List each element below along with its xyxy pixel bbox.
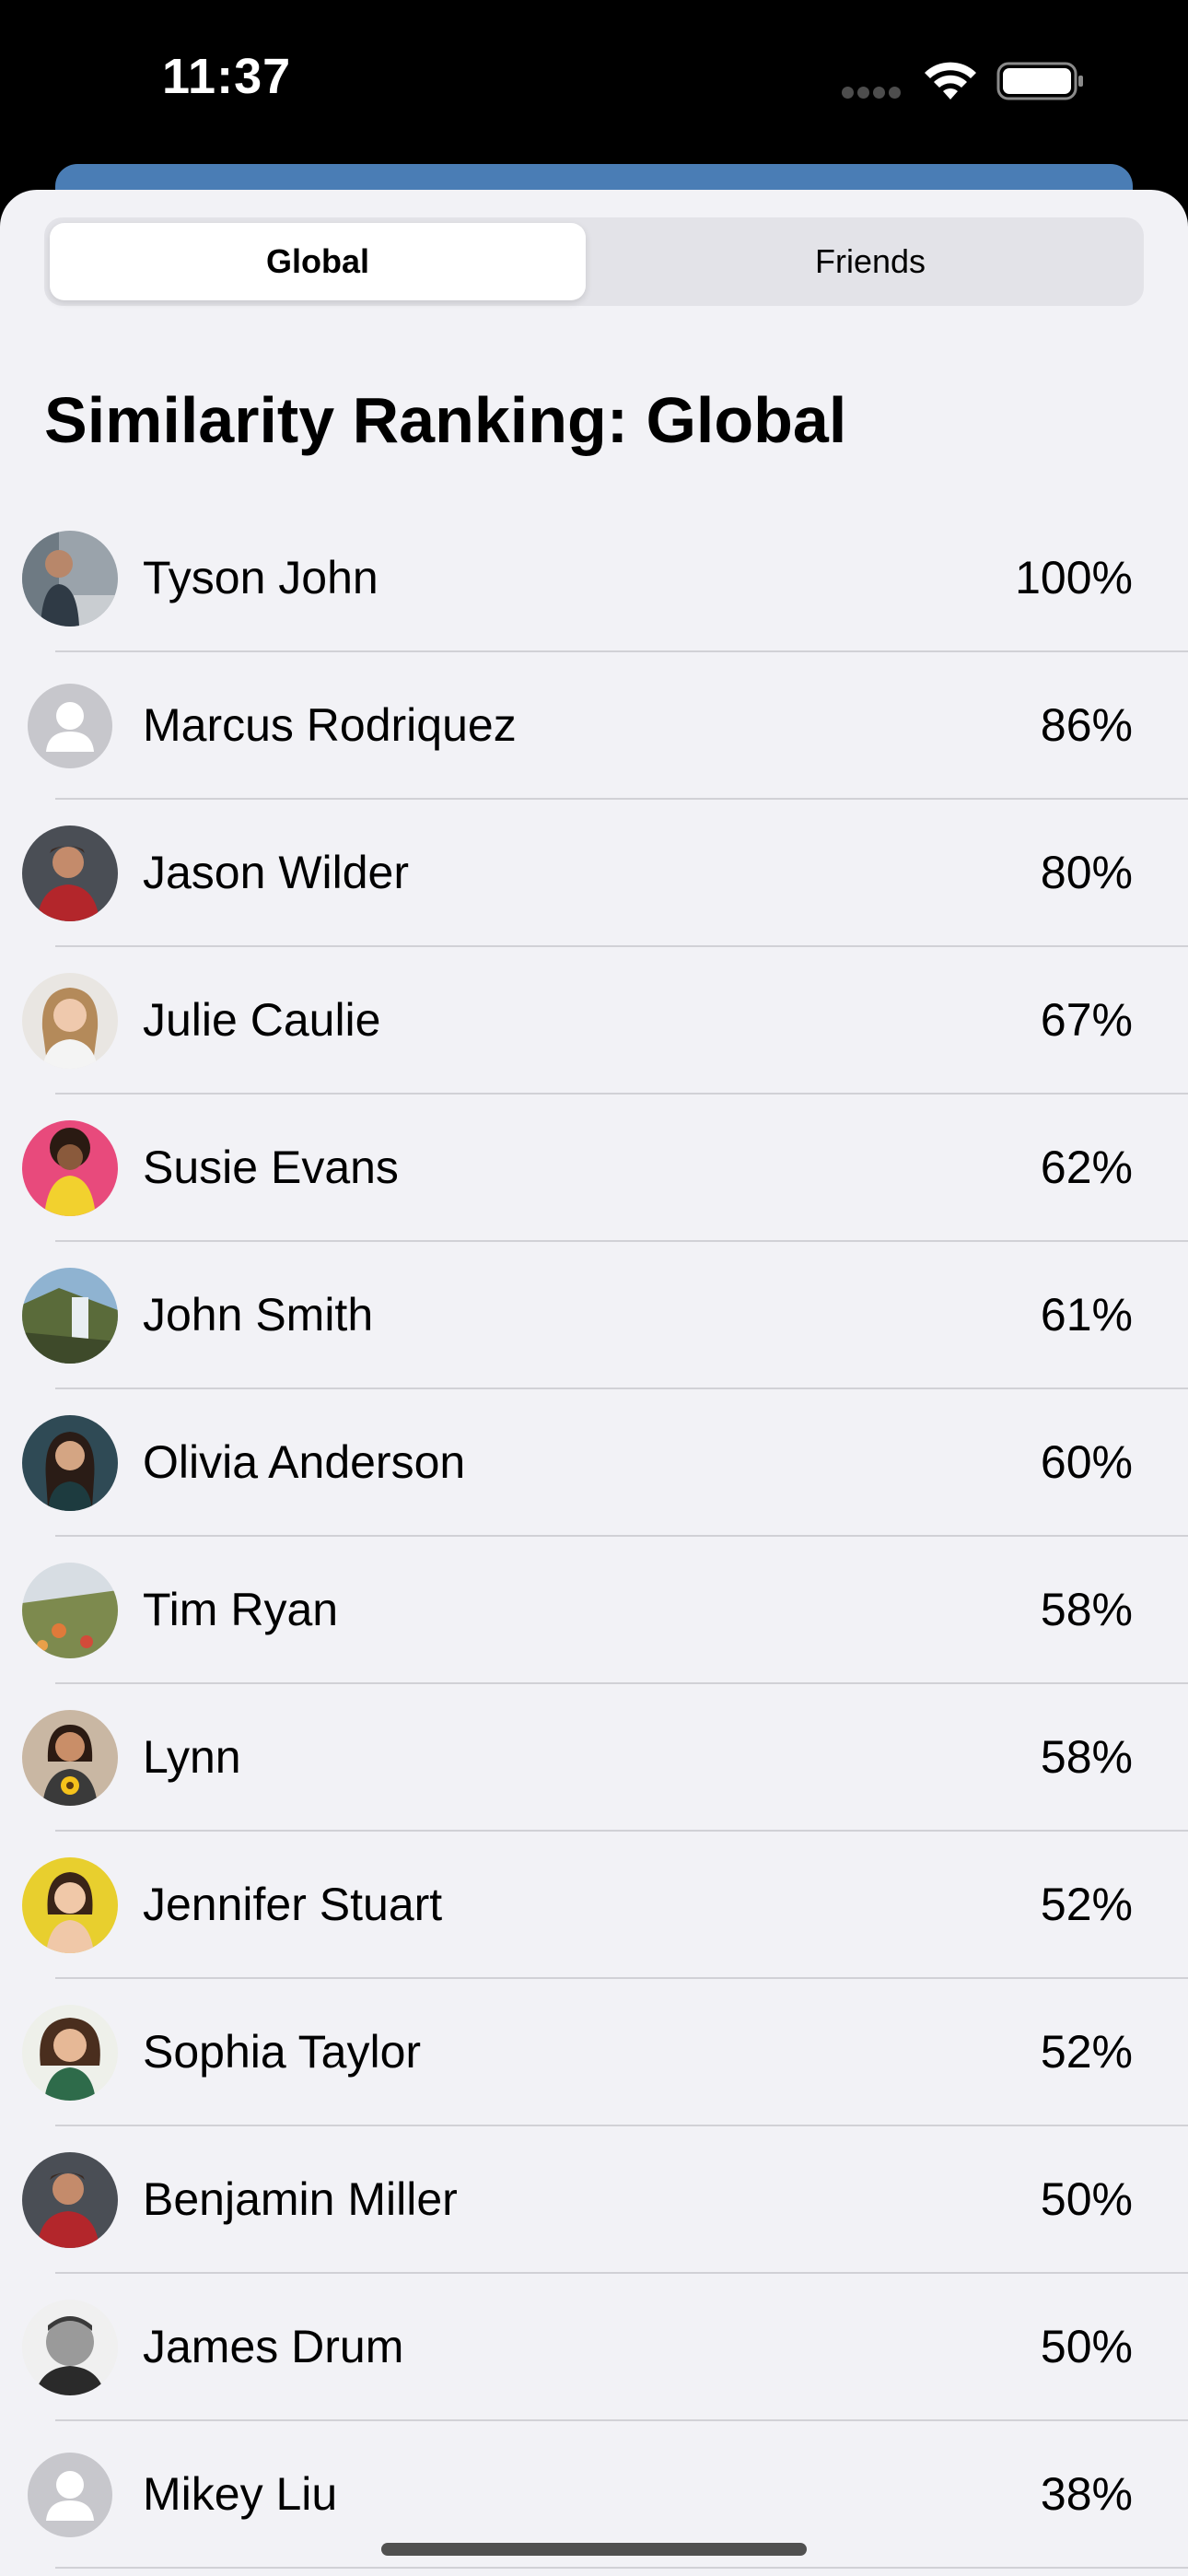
similarity-percent: 86% <box>1040 699 1133 751</box>
similarity-percent: 62% <box>1040 1142 1133 1193</box>
similarity-percent: 52% <box>1040 2026 1133 2078</box>
user-name: Tyson John <box>143 552 379 603</box>
segment-friends[interactable]: Friends <box>602 223 1138 300</box>
user-name: Tim Ryan <box>143 1584 339 1635</box>
page-title: Similarity Ranking: Global <box>44 384 847 456</box>
similarity-percent: 100% <box>1015 552 1133 603</box>
avatar <box>22 1415 118 1511</box>
status-bar: 11:37 <box>0 0 1188 175</box>
ranking-row[interactable]: Lynn 58% <box>0 1684 1188 1832</box>
avatar <box>22 2300 118 2395</box>
ranking-row[interactable]: Benjamin Miller 50% <box>0 2126 1188 2274</box>
avatar <box>22 973 118 1069</box>
ranking-row[interactable]: Jennifer Stuart 52% <box>0 1832 1188 1979</box>
home-indicator[interactable] <box>381 2543 807 2556</box>
user-name: Julie Caulie <box>143 994 381 1046</box>
divider <box>55 2567 1188 2569</box>
ranking-row[interactable]: Jason Wilder 80% <box>0 800 1188 947</box>
ranking-list: Tyson John 100% Marcus Rodriquez 86% Jas… <box>0 505 1188 2569</box>
similarity-percent: 50% <box>1040 2321 1133 2372</box>
avatar <box>22 1563 118 1658</box>
user-name: Olivia Anderson <box>143 1436 466 1488</box>
ranking-row[interactable]: Tim Ryan 58% <box>0 1537 1188 1684</box>
user-name: Jason Wilder <box>143 847 409 898</box>
ranking-row[interactable]: Sophia Taylor 52% <box>0 1979 1188 2126</box>
ranking-row[interactable]: Olivia Anderson 60% <box>0 1389 1188 1537</box>
status-time: 11:37 <box>162 49 292 104</box>
avatar <box>22 1268 118 1364</box>
ranking-row[interactable]: Tyson John 100% <box>0 505 1188 652</box>
similarity-percent: 80% <box>1040 847 1133 898</box>
user-name: Benjamin Miller <box>143 2173 458 2225</box>
ranking-row[interactable]: Marcus Rodriquez 86% <box>0 652 1188 800</box>
avatar <box>22 1857 118 1953</box>
user-name: Marcus Rodriquez <box>143 699 517 751</box>
ranking-row[interactable]: Susie Evans 62% <box>0 1095 1188 1242</box>
wifi-icon <box>925 62 976 100</box>
similarity-percent: 52% <box>1040 1879 1133 1930</box>
similarity-percent: 58% <box>1040 1584 1133 1635</box>
avatar <box>22 2152 118 2248</box>
avatar <box>22 2005 118 2101</box>
battery-icon <box>996 62 1083 100</box>
segmented-control: Global Friends <box>44 217 1144 306</box>
user-name: Sophia Taylor <box>143 2026 422 2078</box>
avatar <box>22 825 118 921</box>
ranking-sheet: Global Friends Similarity Ranking: Globa… <box>0 190 1188 2576</box>
ranking-row[interactable]: John Smith 61% <box>0 1242 1188 1389</box>
avatar <box>22 1120 118 1216</box>
similarity-percent: 60% <box>1040 1436 1133 1488</box>
user-name: Susie Evans <box>143 1142 399 1193</box>
avatar <box>22 531 118 626</box>
similarity-percent: 50% <box>1040 2173 1133 2225</box>
user-name: Jennifer Stuart <box>143 1879 443 1930</box>
person-placeholder-icon <box>28 684 112 768</box>
ranking-row[interactable]: James Drum 50% <box>0 2274 1188 2421</box>
segment-global[interactable]: Global <box>50 223 586 300</box>
cellular-signal-icon <box>842 87 906 100</box>
person-placeholder-icon <box>28 2453 112 2537</box>
similarity-percent: 38% <box>1040 2468 1133 2520</box>
ranking-row[interactable]: Julie Caulie 67% <box>0 947 1188 1095</box>
user-name: John Smith <box>143 1289 374 1341</box>
user-name: Lynn <box>143 1731 241 1783</box>
similarity-percent: 67% <box>1040 994 1133 1046</box>
avatar <box>22 1710 118 1806</box>
user-name: James Drum <box>143 2321 404 2372</box>
user-name: Mikey Liu <box>143 2468 338 2520</box>
similarity-percent: 61% <box>1040 1289 1133 1341</box>
similarity-percent: 58% <box>1040 1731 1133 1783</box>
